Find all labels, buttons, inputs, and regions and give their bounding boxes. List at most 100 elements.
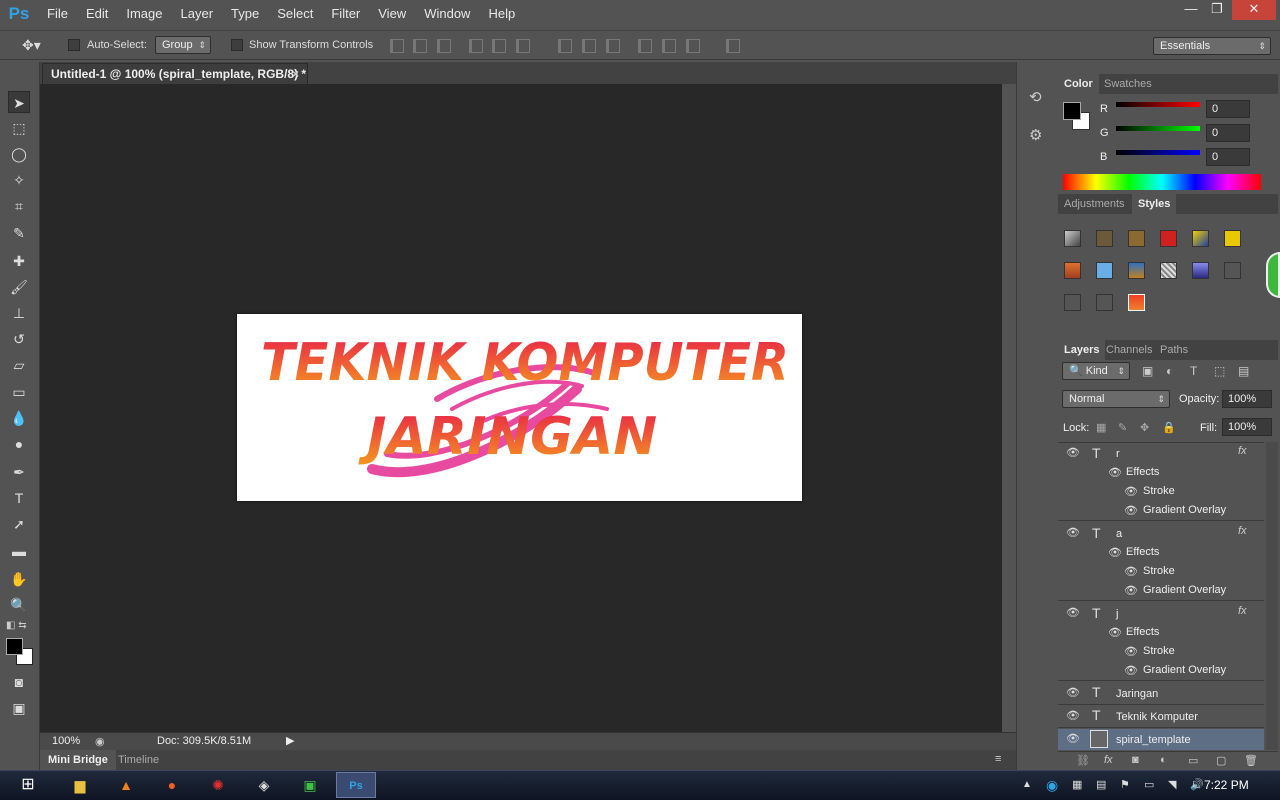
filter-adjustment-icon[interactable]: ◐ [1166, 364, 1173, 378]
firefox-taskbar-icon[interactable]: ● [152, 772, 192, 798]
effects-eye-icon[interactable]: 👁 [1108, 546, 1122, 559]
document-tab[interactable]: Untitled-1 @ 100% (spiral_template, RGB/… [42, 63, 308, 84]
clone-stamp-tool-icon[interactable]: ⊥ [8, 302, 30, 324]
color-panel-fg-swatch[interactable] [1063, 102, 1081, 120]
layer-row-j[interactable]: 👁 T j fx 👁 Effects 👁 Stroke 👁 Gradient O… [1058, 603, 1264, 681]
app-taskbar-icon-2[interactable]: ◈ [244, 772, 284, 798]
g-slider[interactable] [1116, 126, 1200, 131]
visibility-eye-icon[interactable]: 👁 [1066, 446, 1080, 459]
visibility-eye-icon[interactable]: 👁 [1066, 686, 1080, 699]
show-transform-checkbox[interactable] [231, 39, 243, 51]
blur-tool-icon[interactable]: 💧 [8, 407, 30, 429]
menu-layer[interactable]: Layer [172, 0, 223, 28]
bottom-panel-menu-icon[interactable]: ≡ [995, 753, 1001, 765]
eyedropper-tool-icon[interactable]: ✎ [8, 222, 30, 244]
magic-wand-tool-icon[interactable]: ✧ [8, 169, 30, 191]
vlc-taskbar-icon[interactable]: ▲ [106, 772, 146, 798]
layers-scrollbar[interactable] [1266, 442, 1278, 750]
layer-row-jaringan[interactable]: 👁 T Jaringan [1058, 683, 1264, 705]
tab-adjustments[interactable]: Adjustments [1058, 194, 1131, 214]
taskbar-clock[interactable]: 7:22 PM [1204, 778, 1249, 792]
align-bottom-icon[interactable] [437, 39, 451, 53]
type-tool-icon[interactable]: T [8, 487, 30, 509]
style-swatch[interactable] [1096, 294, 1113, 311]
stroke-eye-icon[interactable]: 👁 [1124, 565, 1138, 578]
lasso-tool-icon[interactable]: ◯ [8, 143, 30, 165]
style-swatch[interactable] [1128, 262, 1145, 279]
menu-type[interactable]: Type [222, 0, 268, 28]
auto-align-icon[interactable] [726, 39, 740, 53]
zoom-level[interactable]: 100% [52, 735, 80, 747]
style-swatch[interactable] [1128, 230, 1145, 247]
new-group-icon[interactable]: ▭ [1188, 754, 1198, 767]
tab-paths[interactable]: Paths [1154, 340, 1194, 360]
add-mask-icon[interactable]: ◙ [1132, 754, 1139, 766]
g-value[interactable]: 0 [1206, 124, 1250, 142]
layer-row-r[interactable]: 👁 T r fx 👁 Effects 👁 Stroke 👁 Gradient O… [1058, 443, 1264, 521]
layer-row-teknik-komputer[interactable]: 👁 T Teknik Komputer [1058, 706, 1264, 728]
distribute-top-icon[interactable] [558, 39, 572, 53]
gradient-eye-icon[interactable]: 👁 [1124, 664, 1138, 677]
status-options-icon[interactable]: ◉ [95, 735, 105, 748]
auto-select-dropdown[interactable]: Group [155, 36, 211, 54]
distribute-right-icon[interactable] [686, 39, 700, 53]
menu-filter[interactable]: Filter [322, 0, 369, 28]
rectangle-tool-icon[interactable]: ▬ [8, 540, 30, 562]
style-swatch[interactable] [1224, 262, 1241, 279]
visibility-eye-icon[interactable]: 👁 [1066, 606, 1080, 619]
quick-mask-icon[interactable]: ◙ [8, 671, 30, 693]
tray-app-icon[interactable]: ◉ [1046, 777, 1058, 794]
align-left-icon[interactable] [469, 39, 483, 53]
photoshop-taskbar-icon[interactable]: Ps [336, 772, 376, 798]
layer-row-a[interactable]: 👁 T a fx 👁 Effects 👁 Stroke 👁 Gradient O… [1058, 523, 1264, 601]
new-layer-icon[interactable]: ▢ [1216, 754, 1226, 767]
stroke-eye-icon[interactable]: 👁 [1124, 645, 1138, 658]
align-top-icon[interactable] [390, 39, 404, 53]
opacity-input[interactable]: 100% [1222, 390, 1272, 408]
distribute-hcenter-icon[interactable] [662, 39, 676, 53]
align-right-icon[interactable] [516, 39, 530, 53]
document-canvas[interactable]: TEKNIK KOMPUTER JARINGAN [237, 314, 802, 501]
tab-color[interactable]: Color [1058, 74, 1099, 94]
menu-edit[interactable]: Edit [77, 0, 117, 28]
tab-swatches[interactable]: Swatches [1098, 74, 1158, 94]
style-swatch[interactable] [1160, 262, 1177, 279]
distribute-left-icon[interactable] [638, 39, 652, 53]
history-panel-icon[interactable]: ⟲ [1029, 88, 1042, 106]
menu-view[interactable]: View [369, 0, 415, 28]
lock-all-icon[interactable]: 🔒 [1162, 421, 1176, 434]
document-tab-close-icon[interactable]: × [292, 64, 299, 84]
auto-select-checkbox[interactable] [68, 39, 80, 51]
tray-expand-icon[interactable]: ▲ [1022, 779, 1032, 790]
effects-eye-icon[interactable]: 👁 [1108, 466, 1122, 479]
eraser-tool-icon[interactable]: ▱ [8, 354, 30, 376]
zoom-tool-icon[interactable]: 🔍 [8, 594, 30, 616]
effects-eye-icon[interactable]: 👁 [1108, 626, 1122, 639]
hand-tool-icon[interactable]: ✋ [8, 568, 30, 590]
distribute-vcenter-icon[interactable] [582, 39, 596, 53]
move-tool-preset-icon[interactable]: ✥▾ [22, 37, 41, 54]
style-swatch[interactable] [1224, 230, 1241, 247]
default-colors-icon[interactable]: ◧ ⇆ [6, 620, 27, 631]
delete-layer-icon[interactable]: 🗑 [1244, 754, 1258, 767]
align-hcenter-icon[interactable] [492, 39, 506, 53]
history-brush-tool-icon[interactable]: ↺ [8, 328, 30, 350]
tray-device-icon[interactable]: ▤ [1096, 778, 1106, 791]
lock-transparent-icon[interactable]: ▦ [1096, 421, 1106, 434]
brush-tool-icon[interactable]: 🖌 [8, 276, 30, 298]
tab-mini-bridge[interactable]: Mini Bridge [40, 750, 116, 770]
visibility-eye-icon[interactable]: 👁 [1066, 732, 1080, 745]
status-menu-arrow-icon[interactable]: ▶ [286, 734, 294, 747]
align-vcenter-icon[interactable] [413, 39, 427, 53]
tab-timeline[interactable]: Timeline [118, 750, 159, 770]
app-taskbar-icon[interactable]: ✺ [198, 772, 238, 798]
menu-help[interactable]: Help [479, 0, 524, 28]
tray-network-icon[interactable]: ▦ [1072, 778, 1082, 791]
r-slider[interactable] [1116, 102, 1200, 107]
b-value[interactable]: 0 [1206, 148, 1250, 166]
screen-mode-icon[interactable]: ▣ [8, 697, 30, 719]
style-swatch[interactable] [1192, 262, 1209, 279]
lock-position-icon[interactable]: ✥ [1140, 421, 1149, 434]
filter-type-icon[interactable]: T [1190, 364, 1197, 378]
move-tool-icon[interactable]: ➤ [8, 91, 30, 113]
